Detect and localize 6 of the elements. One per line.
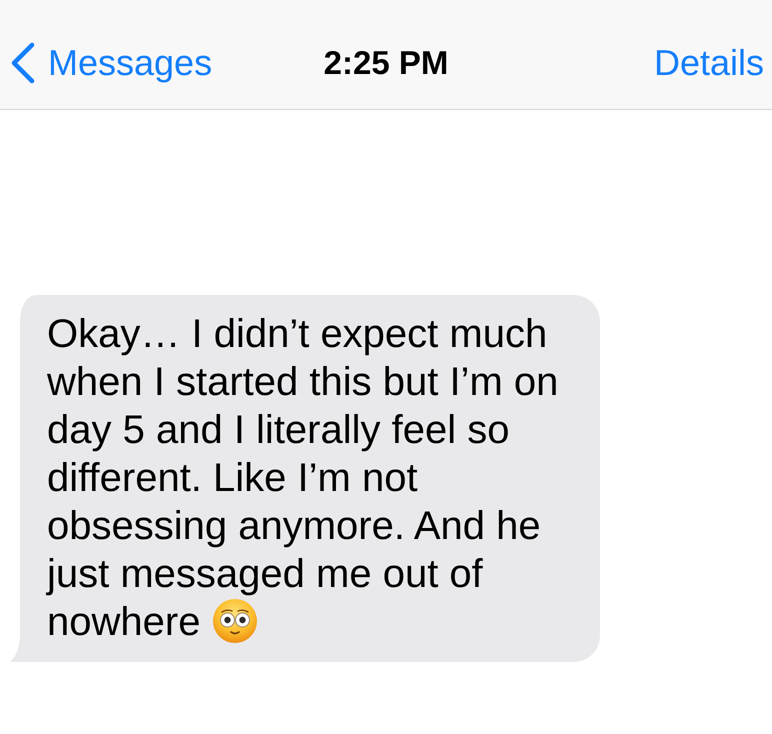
flushed-face-icon [213,599,258,643]
chevron-left-icon [10,42,36,84]
time-title: 2:25 PM [324,42,448,82]
message-text: nowhere [47,600,200,644]
back-button[interactable]: Messages [0,42,212,84]
details-button[interactable]: Details [654,42,772,84]
